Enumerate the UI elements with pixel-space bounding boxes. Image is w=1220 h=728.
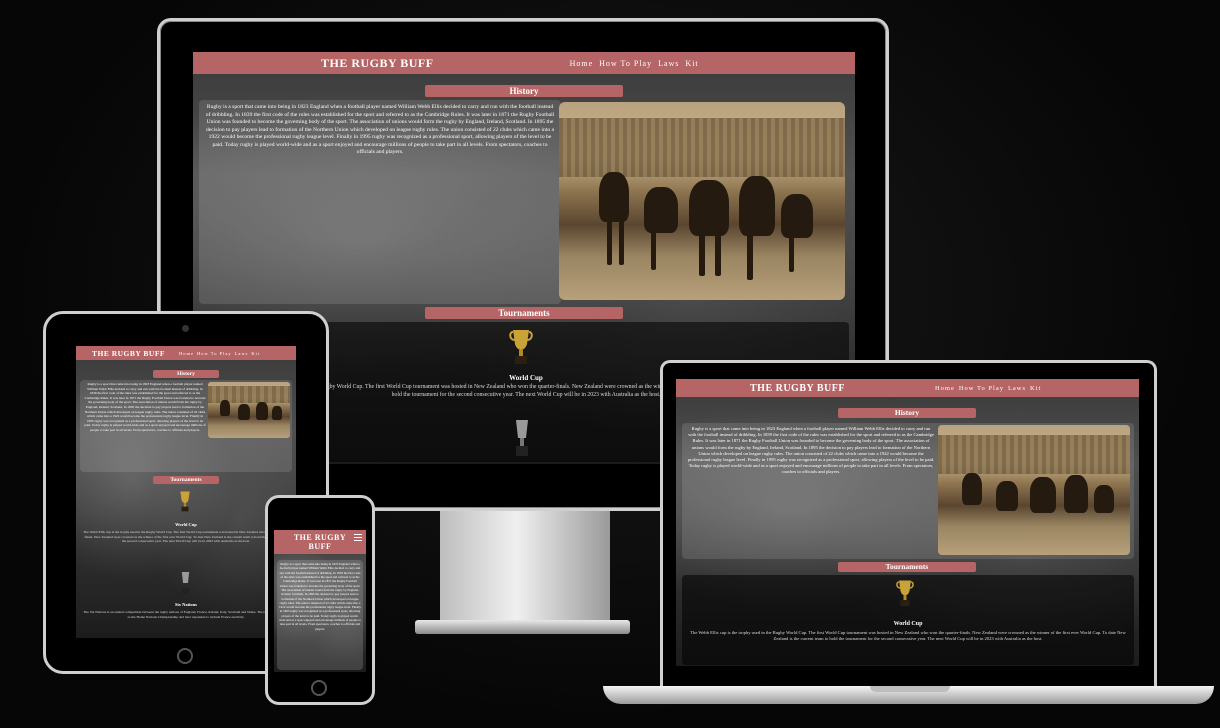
nav-laws[interactable]: Laws [235, 351, 249, 356]
brand-logo[interactable]: THE RUGBY BUFF [92, 349, 165, 358]
laptop-screen: THE RUGBY BUFF Home How To Play Laws Kit… [676, 379, 1139, 666]
history-text: Rugby is a sport that came into being in… [687, 426, 935, 475]
world-cup-trophy-icon [180, 491, 190, 512]
nav-home[interactable]: Home [179, 351, 194, 356]
nav-home[interactable]: Home [570, 59, 594, 68]
laptop-notch [870, 686, 950, 692]
imac-stand [440, 505, 610, 630]
brand-logo-line1[interactable]: THE RUGBY [294, 533, 346, 542]
history-text: Rugby is a sport that came into being in… [84, 382, 206, 432]
nav-laws[interactable]: Laws [1008, 385, 1026, 392]
navbar: THE RUGBY BUFF [274, 530, 366, 554]
six-nations-trophy-icon [516, 420, 528, 456]
tablet-home-button [177, 648, 193, 664]
tournaments-heading: Tournaments [153, 476, 219, 484]
phone-home-button [311, 680, 327, 696]
nav-laws[interactable]: Laws [658, 59, 679, 68]
world-cup-trophy-icon [896, 580, 914, 606]
history-text: Rugby is a sport that came into being in… [279, 562, 361, 631]
six-nations-text: The Six Nations is an annual competition… [83, 610, 289, 619]
history-text: Rugby is a sport that came into being in… [205, 104, 555, 156]
imac-base [415, 620, 630, 634]
history-heading: History [153, 370, 219, 378]
nav-kit[interactable]: Kit [1030, 385, 1041, 392]
nav-links: Home How To Play Laws Kit [179, 351, 260, 356]
nav-how-to-play[interactable]: How To Play [197, 351, 232, 356]
hamburger-menu-icon[interactable] [354, 534, 362, 541]
nav-how-to-play[interactable]: How To Play [959, 385, 1004, 392]
world-cup-text: The Webb Ellis cup is the trophy used in… [83, 530, 289, 544]
nav-home[interactable]: Home [935, 385, 955, 392]
history-photo [208, 382, 290, 438]
tablet-camera [182, 325, 189, 332]
world-cup-text: The Webb Ellis cup is the trophy used in… [690, 630, 1126, 642]
phone-screen: THE RUGBY BUFF Rugby is a sport that cam… [274, 530, 366, 672]
six-nations-trophy-icon [181, 572, 190, 594]
history-panel: Rugby is a sport that came into being in… [199, 100, 561, 304]
navbar: THE RUGBY BUFF Home How To Play Laws Kit [676, 379, 1139, 397]
nav-links: Home How To Play Laws Kit [935, 385, 1041, 392]
tournaments-heading: Tournaments [838, 562, 976, 572]
brand-logo[interactable]: THE RUGBY BUFF [321, 56, 434, 71]
world-cup-trophy-icon [509, 330, 533, 364]
nav-how-to-play[interactable]: How To Play [599, 59, 652, 68]
nav-kit[interactable]: Kit [685, 59, 698, 68]
brand-logo[interactable]: THE RUGBY BUFF [750, 383, 845, 394]
history-heading: History [425, 85, 623, 97]
six-nations-label: Six Nations [175, 602, 197, 607]
tablet-screen: THE RUGBY BUFF Home How To Play Laws Kit… [76, 346, 296, 638]
device-mockup-stage: THE RUGBY BUFF Home How To Play Laws Kit… [0, 0, 1220, 728]
history-photo [559, 102, 845, 300]
history-heading: History [838, 408, 976, 418]
brand-logo-line2[interactable]: BUFF [309, 542, 332, 551]
tournaments-heading: Tournaments [425, 307, 623, 319]
navbar: THE RUGBY BUFF Home How To Play Laws Kit [76, 346, 296, 360]
history-panel: Rugby is a sport that came into being in… [277, 560, 363, 670]
history-photo [938, 425, 1130, 555]
navbar: THE RUGBY BUFF Home How To Play Laws Kit [193, 52, 855, 74]
nav-links: Home How To Play Laws Kit [570, 59, 699, 68]
world-cup-label: World Cup [175, 522, 197, 527]
world-cup-label: World Cup [893, 621, 923, 627]
nav-kit[interactable]: Kit [251, 351, 260, 356]
tournaments-panel: World Cup The Webb Ellis cup is the trop… [682, 575, 1134, 665]
